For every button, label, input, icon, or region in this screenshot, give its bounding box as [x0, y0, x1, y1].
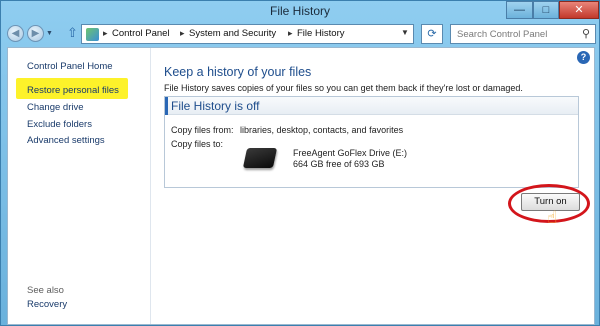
maximize-button[interactable]: □: [533, 1, 559, 19]
search-placeholder: Search Control Panel: [457, 29, 548, 40]
page-description: File History saves copies of your files …: [164, 83, 523, 93]
control-panel-icon: [86, 28, 99, 41]
copy-from-label: Copy files from:: [171, 125, 234, 135]
sidebar-item-restore-personal-files[interactable]: Restore personal files: [27, 85, 119, 96]
refresh-icon[interactable]: ⟳: [421, 24, 443, 44]
help-icon[interactable]: ?: [577, 51, 590, 64]
see-also-label: See also: [27, 285, 64, 296]
recent-pages-dropdown-icon[interactable]: ▼: [46, 30, 53, 37]
status-title: File History is off: [171, 99, 260, 113]
drive-space: 664 GB free of 693 GB: [293, 159, 385, 169]
hand-cursor-icon: ☝: [547, 208, 558, 227]
external-drive-icon: [242, 148, 278, 168]
breadcrumb-separator-icon[interactable]: ▸: [288, 28, 293, 39]
search-icon[interactable]: ⚲: [582, 27, 590, 40]
copy-from-value: libraries, desktop, contacts, and favori…: [240, 125, 404, 135]
sidebar-item-control-panel-home[interactable]: Control Panel Home: [27, 61, 113, 72]
sidebar-item-advanced-settings[interactable]: Advanced settings: [27, 135, 105, 146]
status-header: File History is off: [165, 97, 578, 115]
address-bar[interactable]: ▸ Control Panel ▸ System and Security ▸ …: [81, 24, 414, 44]
breadcrumb-system-security[interactable]: System and Security: [189, 28, 276, 39]
breadcrumb-separator-icon[interactable]: ▸: [180, 28, 185, 39]
file-history-window: File History — □ ✕ ◀ ▶ ▼ ⇧ ▸ Control Pan…: [0, 0, 600, 326]
content-area: Control Panel Home Restore personal file…: [7, 47, 595, 325]
sidebar-item-exclude-folders[interactable]: Exclude folders: [27, 119, 92, 130]
page-title: Keep a history of your files: [164, 65, 312, 79]
address-dropdown-icon[interactable]: ▼: [401, 28, 409, 37]
back-arrow-icon[interactable]: ◀: [7, 25, 24, 42]
sidebar-item-recovery[interactable]: Recovery: [27, 299, 67, 310]
title-bar: File History — □ ✕: [1, 1, 599, 21]
breadcrumb-control-panel[interactable]: Control Panel: [112, 28, 170, 39]
sidebar: Control Panel Home Restore personal file…: [8, 48, 151, 324]
forward-arrow-icon[interactable]: ▶: [27, 25, 44, 42]
up-arrow-icon[interactable]: ⇧: [67, 25, 78, 41]
minimize-button[interactable]: —: [506, 1, 533, 19]
close-button[interactable]: ✕: [559, 1, 599, 19]
breadcrumb-file-history[interactable]: File History: [297, 28, 345, 39]
status-accent-bar: [165, 97, 168, 115]
status-panel: File History is off Copy files from: lib…: [164, 96, 579, 188]
drive-name: FreeAgent GoFlex Drive (E:): [293, 148, 408, 158]
sidebar-item-change-drive[interactable]: Change drive: [27, 102, 84, 113]
breadcrumb-separator-icon[interactable]: ▸: [103, 28, 108, 39]
search-input[interactable]: Search Control Panel ⚲: [450, 24, 596, 44]
copy-to-label: Copy files to:: [171, 139, 224, 149]
